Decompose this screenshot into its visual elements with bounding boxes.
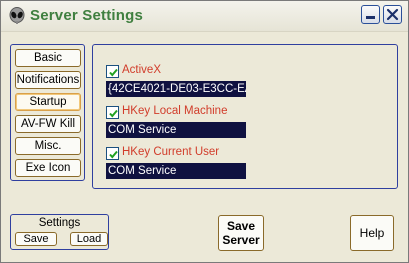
settings-title: Settings: [38, 217, 81, 229]
save-server-label-line2: Server: [222, 233, 260, 247]
close-icon: [386, 8, 399, 21]
hkcu-label: HKey Current User: [122, 146, 220, 158]
checkmark-icon: [109, 150, 118, 159]
server-settings-window: Server Settings Basic Notifications Star…: [0, 0, 409, 263]
close-button[interactable]: [383, 5, 402, 24]
save-server-label-line1: Save: [226, 219, 256, 233]
checkmark-icon: [109, 68, 118, 77]
minimize-button[interactable]: [361, 5, 380, 24]
save-server-button[interactable]: Save Server: [218, 215, 264, 251]
settings-load-button[interactable]: Load: [70, 232, 108, 246]
settings-save-button[interactable]: Save: [15, 232, 57, 246]
nav-button-av-fw-kill[interactable]: AV-FW Kill: [15, 115, 81, 133]
activex-label: ActiveX: [122, 64, 161, 76]
hkcu-checkbox[interactable]: [106, 147, 119, 160]
checkmark-icon: [109, 109, 118, 118]
help-button[interactable]: Help: [350, 215, 394, 251]
hklm-value-field[interactable]: COM Service: [106, 122, 246, 138]
nav-button-notifications[interactable]: Notifications: [15, 71, 81, 89]
hklm-label: HKey Local Machine: [122, 105, 228, 117]
hkcu-value-field[interactable]: COM Service: [106, 163, 246, 179]
nav-button-basic[interactable]: Basic: [15, 49, 81, 67]
nav-button-misc[interactable]: Misc.: [15, 137, 81, 155]
minimize-icon: [366, 16, 375, 19]
alien-head-icon: [8, 7, 26, 25]
window-title: Server Settings: [30, 7, 144, 24]
hklm-checkbox[interactable]: [106, 106, 119, 119]
nav-button-exe-icon[interactable]: Exe Icon: [15, 159, 81, 177]
title-bar[interactable]: Server Settings: [1, 1, 408, 32]
activex-clsid-field[interactable]: {42CE4021-DE03-E3CC-EA: [106, 81, 246, 97]
activex-checkbox[interactable]: [106, 65, 119, 78]
nav-button-startup[interactable]: Startup: [15, 93, 81, 111]
